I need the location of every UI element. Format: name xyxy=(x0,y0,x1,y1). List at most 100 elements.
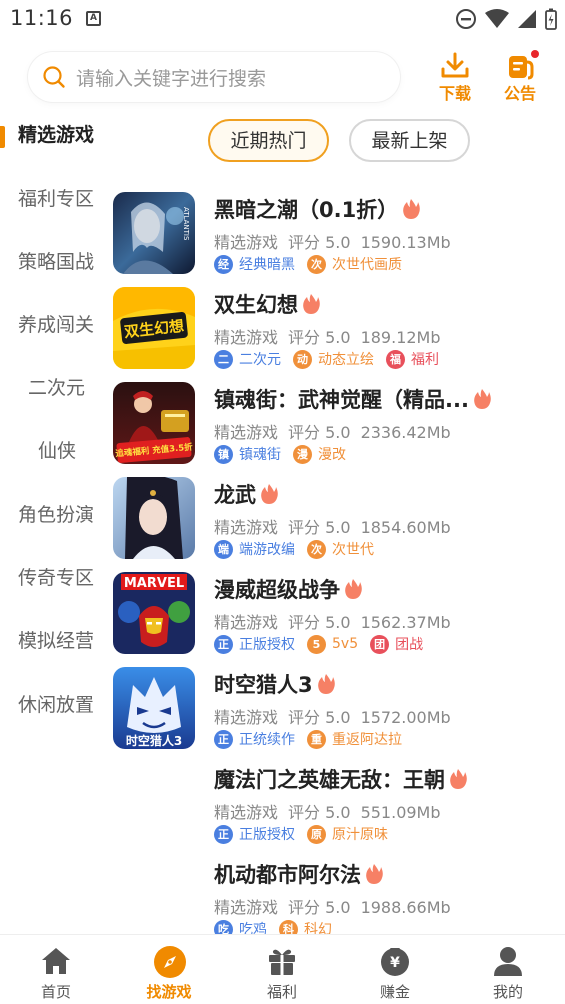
game-row[interactable]: 机动都市阿尔法 精选游戏 评分 5.0 1988.66Mb 吃吃鸡 科科幻 xyxy=(112,845,565,935)
game-tags: 镇镇魂街 漫漫改 xyxy=(214,444,346,464)
tab-recent-hot[interactable]: 近期热门 xyxy=(208,119,329,162)
nav-label: 福利 xyxy=(266,983,297,1001)
status-bar: 11:16 A xyxy=(0,0,565,38)
search-placeholder: 请输入关键字进行搜索 xyxy=(76,68,267,90)
game-meta: 精选游戏 评分 5.0 551.09Mb xyxy=(214,799,451,823)
tag-badge: 镇 xyxy=(214,444,233,464)
gift-icon xyxy=(269,949,295,975)
nav-label: 找游戏 xyxy=(146,983,192,1001)
tag-badge: 原 xyxy=(307,824,326,844)
download-button[interactable]: 下载 xyxy=(433,50,477,103)
tag-badge: 经 xyxy=(214,254,233,274)
nav-welfare[interactable]: 福利 xyxy=(242,943,322,1001)
tag-badge: 正 xyxy=(214,729,233,749)
game-meta: 精选游戏 评分 5.0 1854.60Mb xyxy=(214,514,461,538)
wifi-icon xyxy=(485,9,509,28)
sidebar-item-simulation[interactable]: 模拟经营 xyxy=(0,621,112,661)
search-icon xyxy=(43,66,65,88)
nav-label: 赚金 xyxy=(379,983,410,1001)
sidebar-item-xianxia[interactable]: 仙侠 xyxy=(0,431,112,471)
nav-earn[interactable]: ¥ 赚金 xyxy=(355,943,435,1001)
tag-badge: 动 xyxy=(293,349,312,369)
tag: 正正统续作 xyxy=(214,729,295,749)
sidebar-item-casual[interactable]: 休闲放置 xyxy=(0,685,112,725)
tag: 二二次元 xyxy=(214,349,281,369)
game-title: 黑暗之潮（0.1折） xyxy=(214,194,421,224)
game-title: 时空猎人3 xyxy=(214,669,335,699)
game-row[interactable]: MARVEL 漫威超级战争 精选游戏 评分 5.0 1562.37Mb 正正版授权 … xyxy=(112,560,565,655)
game-list: ATLANTIS 黑暗之潮（0.1折） 精选游戏 评分 5.0 1590.13Mb … xyxy=(112,180,565,935)
sidebar-item-label: 精选游戏 xyxy=(18,124,95,146)
notice-badge-dot xyxy=(531,50,539,58)
sidebar-item-featured[interactable]: 精选游戏 xyxy=(0,115,112,155)
game-row[interactable]: 双生幻想 双生幻想 精选游戏 评分 5.0 189.12Mb 二二次元 动动态立绘 … xyxy=(112,275,565,370)
sidebar-item-label: 仙侠 xyxy=(38,440,77,462)
tag-text: 5v5 xyxy=(332,636,359,652)
game-row[interactable]: 追魂福利 充值3.5折 镇魂街：武神觉醒（精品... 精选游戏 评分 5.0 233… xyxy=(112,370,565,465)
game-title-text: 镇魂街：武神觉醒（精品... xyxy=(214,388,469,412)
active-indicator xyxy=(0,126,5,148)
icon-text: 时空猎人3 xyxy=(126,733,182,748)
nav-find-games[interactable]: 找游戏 xyxy=(129,943,209,1001)
game-size: 1562.37Mb xyxy=(360,613,451,632)
game-size: 189.12Mb xyxy=(360,328,441,347)
fire-icon xyxy=(345,579,362,599)
game-tags: 正正版授权 原原汁原味 xyxy=(214,824,388,844)
game-row[interactable]: 龙武 精选游戏 评分 5.0 1854.60Mb 端端游改编 次次世代 xyxy=(112,465,565,560)
game-title: 机动都市阿尔法 xyxy=(214,859,383,889)
tag-badge: 团 xyxy=(370,634,390,654)
tag-text: 重返阿达拉 xyxy=(332,732,402,748)
game-category: 精选游戏 xyxy=(214,423,279,442)
tab-newest[interactable]: 最新上架 xyxy=(349,119,470,162)
fire-icon xyxy=(303,294,320,314)
sidebar-item-legend[interactable]: 传奇专区 xyxy=(0,558,112,598)
tag: 镇镇魂街 xyxy=(214,444,281,464)
compass-icon xyxy=(154,946,186,978)
tag: 漫漫改 xyxy=(293,444,346,464)
notice-button[interactable]: 公告 xyxy=(498,50,542,103)
game-title: 龙武 xyxy=(214,479,278,509)
nav-home[interactable]: 首页 xyxy=(16,943,96,1001)
tag-badge: 端 xyxy=(214,539,233,559)
fire-icon xyxy=(403,199,421,219)
tag-badge: 福 xyxy=(386,349,405,369)
tag: 次次世代 xyxy=(307,539,374,559)
signal-icon xyxy=(518,10,536,28)
sidebar-item-label: 模拟经营 xyxy=(18,630,95,652)
sidebar-item-idle-levels[interactable]: 养成闯关 xyxy=(0,305,112,345)
game-tags: 正正版授权 5 5v5 团团战 xyxy=(214,634,423,654)
tag-text: 镇魂街 xyxy=(239,447,281,463)
bottom-nav: 首页 找游戏 福利 ¥ 赚金 我的 xyxy=(0,934,565,1004)
tag: 团团战 xyxy=(370,634,423,654)
sidebar-item-label: 休闲放置 xyxy=(18,694,95,716)
nav-mine[interactable]: 我的 xyxy=(468,943,548,1001)
sidebar-item-welfare[interactable]: 福利专区 xyxy=(0,179,112,219)
game-meta: 精选游戏 评分 5.0 1572.00Mb xyxy=(214,704,461,728)
notification-a-icon: A xyxy=(86,11,101,26)
sidebar-item-anime[interactable]: 二次元 xyxy=(0,368,112,408)
game-category: 精选游戏 xyxy=(214,613,279,632)
game-size: 1572.00Mb xyxy=(360,708,451,727)
search-input[interactable]: 请输入关键字进行搜索 xyxy=(28,52,400,102)
tag-text: 次世代 xyxy=(332,542,374,558)
sidebar-item-rpg[interactable]: 角色扮演 xyxy=(0,495,112,535)
game-category: 精选游戏 xyxy=(214,328,279,347)
game-row[interactable]: 魔法门之英雄无敌：王朝 精选游戏 评分 5.0 551.09Mb 正正版授权 原原汁… xyxy=(112,750,565,845)
nav-label: 我的 xyxy=(492,983,523,1001)
tag: 吃吃鸡 xyxy=(214,919,267,935)
fire-icon xyxy=(450,769,467,789)
game-size: 551.09Mb xyxy=(360,803,441,822)
game-row[interactable]: 时空猎人3 时空猎人3 精选游戏 评分 5.0 1572.00Mb 正正统续作 重重… xyxy=(112,655,565,750)
game-tags: 正正统续作 重重返阿达拉 xyxy=(214,729,402,749)
game-row[interactable]: ATLANTIS 黑暗之潮（0.1折） 精选游戏 评分 5.0 1590.13Mb … xyxy=(112,180,565,275)
game-icon-hunter3: 时空猎人3 xyxy=(113,667,195,749)
sidebar-item-strategy[interactable]: 策略国战 xyxy=(0,242,112,282)
download-label: 下载 xyxy=(438,84,471,103)
game-icon-zhenhunjie: 追魂福利 充值3.5折 xyxy=(113,382,195,464)
tag-text: 次世代画质 xyxy=(332,257,402,273)
game-meta: 精选游戏 评分 5.0 189.12Mb xyxy=(214,324,451,348)
tag-badge: 次 xyxy=(307,539,326,559)
nav-label: 首页 xyxy=(40,983,71,1001)
tag-text: 科幻 xyxy=(304,922,332,935)
game-title-text: 黑暗之潮（0.1折） xyxy=(214,198,399,222)
